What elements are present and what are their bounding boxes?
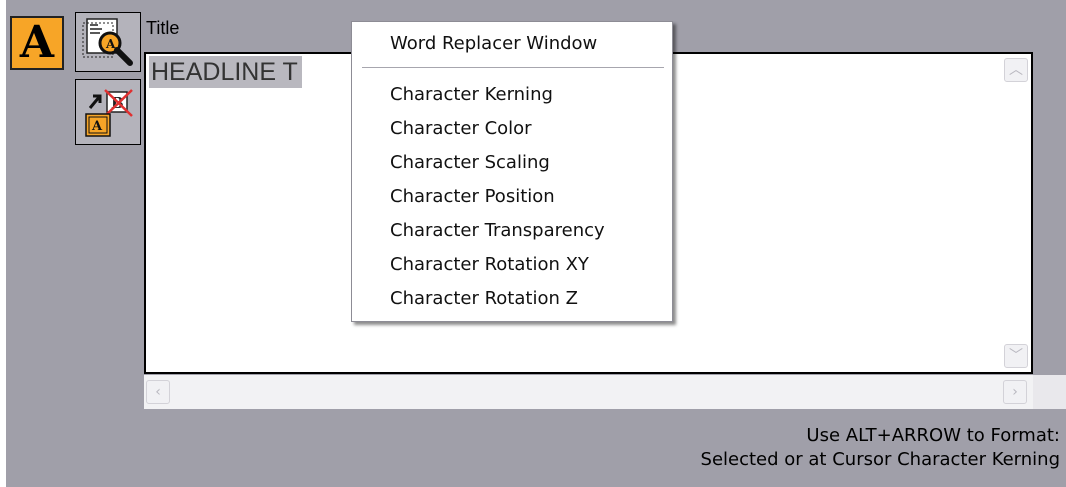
- vertical-scrollbar[interactable]: ︿ ﹀: [1003, 56, 1029, 370]
- menu-item-character-color[interactable]: Character Color: [390, 118, 532, 139]
- context-menu: Word Replacer Window Character Kerning C…: [351, 21, 673, 322]
- menu-item-character-kerning[interactable]: Character Kerning: [390, 84, 553, 105]
- menu-separator: [362, 67, 664, 68]
- menu-item-character-position[interactable]: Character Position: [390, 186, 555, 207]
- menu-item-character-rotation-xy[interactable]: Character Rotation XY: [390, 254, 589, 275]
- field-label: Title: [146, 18, 180, 38]
- menu-item-character-transparency[interactable]: Character Transparency: [390, 220, 605, 241]
- text-tool-button[interactable]: A: [7, 13, 71, 73]
- horizontal-scrollbar[interactable]: ‹ ›: [144, 375, 1033, 409]
- find-text-icon: A: [82, 18, 133, 66]
- scrollbar-corner: [1033, 375, 1066, 409]
- text-format-icon: A: [10, 16, 64, 70]
- find-text-button[interactable]: A: [75, 12, 141, 72]
- svg-text:A: A: [91, 119, 103, 134]
- scroll-right-button[interactable]: ›: [1003, 380, 1027, 404]
- word-replace-icon: B A: [85, 89, 133, 137]
- chevron-right-icon: ›: [1012, 384, 1018, 400]
- scroll-down-button[interactable]: ﹀: [1004, 344, 1028, 368]
- selected-headline-text[interactable]: HEADLINE T: [149, 56, 302, 88]
- chevron-up-icon: ︿: [1009, 62, 1023, 78]
- scroll-left-button[interactable]: ‹: [146, 380, 170, 404]
- menu-item-character-scaling[interactable]: Character Scaling: [390, 152, 550, 173]
- scroll-up-button[interactable]: ︿: [1004, 58, 1028, 82]
- format-hint: Use ALT+ARROW to Format: Selected or at …: [701, 424, 1060, 472]
- menu-item-word-replacer-window[interactable]: Word Replacer Window: [390, 33, 597, 54]
- chevron-down-icon: ﹀: [1009, 348, 1023, 364]
- format-hint-line-1: Use ALT+ARROW to Format:: [806, 425, 1060, 446]
- word-replacer-button[interactable]: B A: [75, 79, 141, 145]
- chevron-left-icon: ‹: [155, 384, 161, 400]
- menu-item-character-rotation-z[interactable]: Character Rotation Z: [390, 288, 578, 309]
- format-hint-line-2: Selected or at Cursor Character Kerning: [700, 449, 1060, 470]
